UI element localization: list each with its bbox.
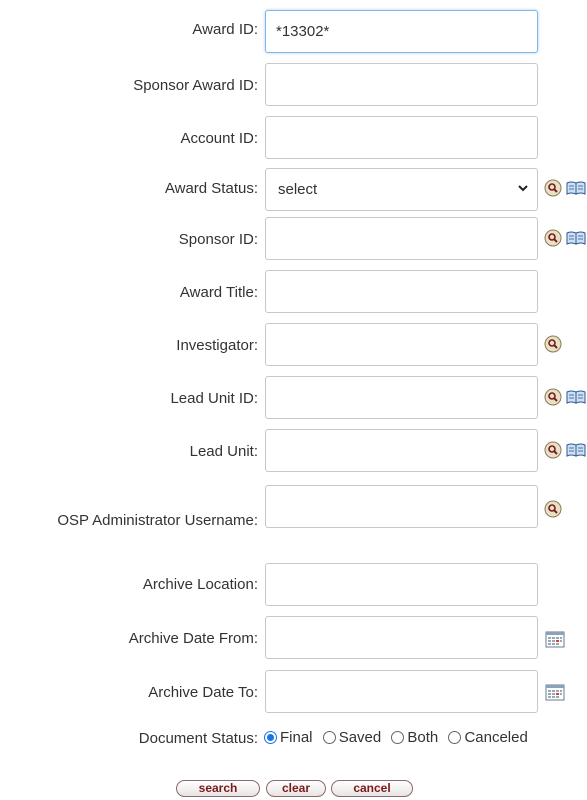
osp-admin-input[interactable] bbox=[265, 485, 538, 528]
lead-unit-id-label: Lead Unit ID: bbox=[170, 390, 258, 407]
radio-saved-label: Saved bbox=[338, 729, 382, 746]
archive-date-from-label: Archive Date From: bbox=[128, 630, 258, 647]
radio-saved[interactable]: Saved bbox=[322, 729, 382, 746]
lead-unit-label: Lead Unit: bbox=[189, 443, 258, 460]
radio-final[interactable]: Final bbox=[264, 729, 313, 746]
chevron-down-icon bbox=[518, 185, 528, 192]
lead-unit-id-input[interactable] bbox=[265, 376, 538, 419]
search-button[interactable]: search bbox=[176, 780, 260, 797]
sponsor-id-label: Sponsor ID: bbox=[178, 231, 258, 248]
radio-both[interactable]: Both bbox=[391, 729, 438, 746]
lookup-magnifier-icon[interactable] bbox=[544, 388, 562, 406]
direct-inquiry-book-icon[interactable] bbox=[566, 388, 586, 406]
sponsor-id-input[interactable] bbox=[265, 217, 538, 260]
award-title-input[interactable] bbox=[265, 270, 538, 313]
lookup-magnifier-icon[interactable] bbox=[544, 229, 562, 247]
clear-button[interactable]: clear bbox=[266, 780, 326, 797]
radio-unchecked-icon bbox=[448, 731, 462, 744]
direct-inquiry-book-icon[interactable] bbox=[566, 179, 586, 197]
award-status-value: select bbox=[278, 181, 318, 198]
award-status-select[interactable]: select bbox=[265, 168, 538, 211]
radio-final-label: Final bbox=[280, 729, 313, 746]
investigator-input[interactable] bbox=[265, 323, 538, 366]
sponsor-award-id-label: Sponsor Award ID: bbox=[133, 77, 258, 94]
osp-admin-label: OSP Administrator Username: bbox=[57, 512, 258, 529]
radio-both-label: Both bbox=[407, 729, 439, 746]
lookup-magnifier-icon[interactable] bbox=[544, 441, 562, 459]
archive-date-to-input[interactable] bbox=[265, 670, 538, 713]
archive-date-from-input[interactable] bbox=[265, 616, 538, 659]
document-status-radio-group: Final Saved Both Canceled bbox=[264, 729, 534, 746]
lookup-magnifier-icon[interactable] bbox=[544, 500, 562, 518]
calendar-icon[interactable] bbox=[545, 630, 565, 648]
archive-location-label: Archive Location: bbox=[142, 576, 258, 593]
archive-date-to-label: Archive Date To: bbox=[148, 684, 258, 701]
direct-inquiry-book-icon[interactable] bbox=[566, 441, 586, 459]
lookup-magnifier-icon[interactable] bbox=[544, 179, 562, 197]
radio-unchecked-icon bbox=[391, 731, 405, 744]
investigator-label: Investigator: bbox=[176, 337, 258, 354]
lookup-magnifier-icon[interactable] bbox=[544, 335, 562, 353]
award-id-label: Award ID: bbox=[192, 21, 258, 38]
calendar-icon[interactable] bbox=[545, 683, 565, 701]
radio-checked-icon bbox=[264, 731, 277, 744]
archive-location-input[interactable] bbox=[265, 563, 538, 606]
radio-canceled[interactable]: Canceled bbox=[448, 729, 528, 746]
award-id-input[interactable] bbox=[265, 10, 538, 53]
radio-canceled-label: Canceled bbox=[464, 729, 528, 746]
award-status-label: Award Status: bbox=[164, 180, 258, 197]
account-id-label: Account ID: bbox=[180, 130, 258, 147]
lead-unit-input[interactable] bbox=[265, 429, 538, 472]
radio-unchecked-icon bbox=[322, 731, 336, 744]
sponsor-award-id-input[interactable] bbox=[265, 63, 538, 106]
award-title-label: Award Title: bbox=[179, 284, 258, 301]
account-id-input[interactable] bbox=[265, 116, 538, 159]
cancel-button[interactable]: cancel bbox=[331, 780, 413, 797]
document-status-label: Document Status: bbox=[138, 730, 258, 747]
direct-inquiry-book-icon[interactable] bbox=[566, 229, 586, 247]
